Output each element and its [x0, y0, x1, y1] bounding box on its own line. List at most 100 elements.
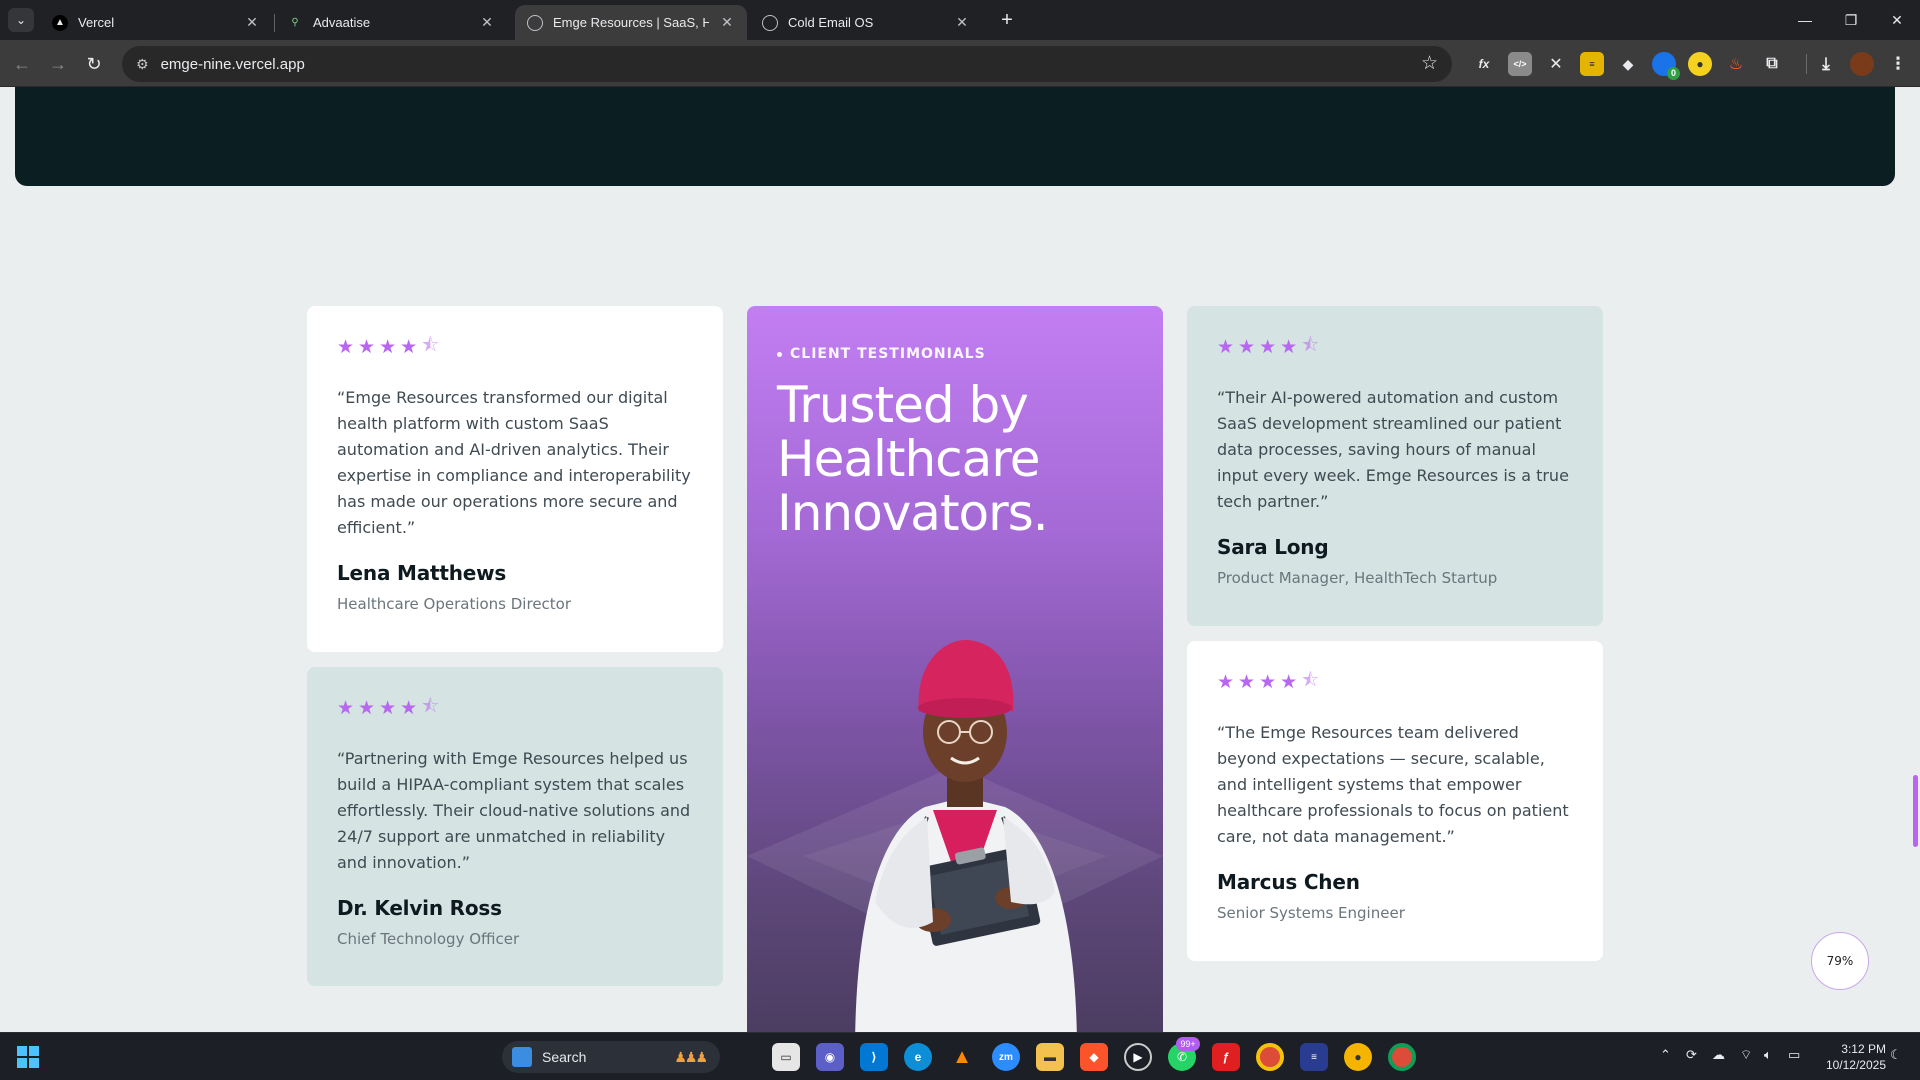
- star-icon: ★: [1280, 671, 1298, 693]
- page-viewport: ★ ★ ★ ★ ⯪ “Emge Resources transformed our di…: [0, 87, 1920, 1032]
- x-icon[interactable]: ✕: [1544, 52, 1568, 76]
- stack-icon[interactable]: ◆: [1616, 52, 1640, 76]
- more-menu-icon[interactable]: ⋮: [1886, 52, 1910, 76]
- rating-stars: ★ ★ ★ ★ ⯪: [337, 335, 693, 358]
- star-icon: ★: [1259, 336, 1277, 358]
- tab-emge-resources[interactable]: Emge Resources | SaaS, Health- ✕: [515, 5, 747, 40]
- tab-title: Vercel: [78, 15, 115, 30]
- star-icon: ★: [400, 697, 418, 719]
- rating-stars: ★ ★ ★ ★ ⯪: [1217, 335, 1573, 358]
- search-icon: [512, 1047, 532, 1067]
- minimize-button[interactable]: —: [1782, 0, 1828, 40]
- rating-stars: ★ ★ ★ ★ ⯪: [337, 696, 693, 719]
- download-icon[interactable]: ⤓: [1814, 52, 1838, 76]
- tab-title: Cold Email OS: [788, 15, 874, 30]
- star-icon: ★: [1217, 671, 1235, 693]
- dark-section-bottom: [15, 87, 1895, 186]
- star-icon: ★: [1238, 671, 1256, 693]
- close-icon[interactable]: ✕: [244, 14, 260, 31]
- bullet-icon: [777, 351, 782, 357]
- cloud-icon[interactable]: ☁: [1712, 1047, 1725, 1063]
- sync-icon[interactable]: ⟳: [1686, 1047, 1697, 1063]
- bookmark-star-icon[interactable]: ☆: [1421, 52, 1438, 75]
- windows-taskbar: Search ♟♟♟ ▭ ◉ ⟩ e ▲ zm ▬ ◆ ▶ ✆ 99+ ƒ ≡ …: [0, 1032, 1920, 1080]
- new-tab-button[interactable]: +: [995, 8, 1019, 32]
- testimonial-author: Lena Matthews: [337, 561, 507, 585]
- avatar[interactable]: [1850, 52, 1874, 76]
- url-text[interactable]: emge-nine.vercel.app: [161, 56, 305, 73]
- moon-icon[interactable]: ☾: [1890, 1047, 1902, 1063]
- site-info-icon[interactable]: ⚙: [136, 56, 149, 73]
- testimonial-author: Dr. Kelvin Ross: [337, 896, 502, 920]
- extension-badge: 0: [1667, 67, 1680, 80]
- file-explorer-icon[interactable]: ▬: [1036, 1043, 1064, 1071]
- vercel-icon: ▲: [52, 14, 68, 31]
- close-icon[interactable]: ✕: [954, 14, 970, 31]
- globe-icon: [762, 14, 778, 31]
- badge-icon[interactable]: 0: [1652, 52, 1680, 80]
- media-player-icon[interactable]: ▶: [1124, 1043, 1152, 1071]
- close-icon[interactable]: ✕: [719, 14, 735, 31]
- scroll-progress-indicator[interactable]: 79%: [1811, 932, 1869, 990]
- plus-icon: +: [1001, 8, 1013, 31]
- minimize-icon: —: [1798, 12, 1812, 28]
- back-button[interactable]: ←: [8, 50, 36, 78]
- testimonials-hero-card: CLIENT TESTIMONIALS Trusted by Healthcar…: [747, 306, 1163, 1032]
- vlc-icon[interactable]: ▲: [948, 1043, 976, 1071]
- star-icon: ★: [337, 336, 355, 358]
- star-half-icon: ⯪: [421, 696, 440, 717]
- tag-icon[interactable]: ≡: [1580, 52, 1604, 76]
- windows-start-icon[interactable]: [16, 1045, 40, 1069]
- tab-cold-email-os[interactable]: Cold Email OS ✕: [750, 5, 982, 40]
- volume-icon[interactable]: 🔈︎: [1764, 1047, 1772, 1063]
- arrow-left-icon: ←: [13, 53, 31, 74]
- task-view-icon[interactable]: ▭: [772, 1043, 800, 1071]
- zoom-icon[interactable]: zm: [992, 1043, 1020, 1071]
- tab-search-button[interactable]: ⌄: [8, 8, 34, 32]
- wifi-icon[interactable]: ⌔: [1740, 1047, 1752, 1063]
- flag-app-icon[interactable]: ≡: [1300, 1043, 1328, 1071]
- testimonial-quote: “Partnering with Emge Resources helped u…: [337, 749, 691, 872]
- tab-advaatise[interactable]: ⚲ Advaatise ✕: [275, 5, 507, 40]
- flash-icon[interactable]: ƒ: [1212, 1043, 1240, 1071]
- reload-button[interactable]: ↻: [80, 50, 108, 78]
- forward-button[interactable]: →: [44, 50, 72, 78]
- yellow-app-icon[interactable]: ●: [1344, 1043, 1372, 1071]
- circle-icon[interactable]: ●: [1688, 52, 1712, 76]
- arrow-right-icon: →: [49, 53, 67, 74]
- star-half-icon: ⯪: [421, 335, 440, 356]
- close-window-button[interactable]: ✕: [1874, 0, 1920, 40]
- flame-icon[interactable]: ♨: [1724, 52, 1748, 76]
- tab-vercel[interactable]: ▲ Vercel ✕: [40, 5, 272, 40]
- chrome-profile-icon[interactable]: [1388, 1043, 1416, 1071]
- notification-badge: 99+: [1176, 1037, 1200, 1051]
- brave-icon[interactable]: ◆: [1080, 1043, 1108, 1071]
- eyebrow-text: CLIENT TESTIMONIALS: [790, 346, 986, 362]
- rating-stars: ★ ★ ★ ★ ⯪: [1217, 670, 1573, 693]
- chrome-icon[interactable]: [1256, 1043, 1284, 1071]
- taskbar-search[interactable]: Search ♟♟♟: [502, 1041, 720, 1073]
- restore-button[interactable]: ❐: [1828, 0, 1874, 40]
- browser-toolbar: ← → ↻ ⚙ emge-nine.vercel.app ☆ fx </> ✕ …: [0, 40, 1920, 87]
- scrollbar-thumb[interactable]: [1913, 775, 1918, 847]
- vscode-icon[interactable]: ⟩: [860, 1043, 888, 1071]
- star-icon: ★: [358, 697, 376, 719]
- search-label: Search: [542, 1049, 587, 1065]
- clock-date: 10/12/2025: [1825, 1058, 1886, 1072]
- address-bar[interactable]: ⚙ emge-nine.vercel.app ☆: [122, 46, 1452, 82]
- edge-icon[interactable]: e: [904, 1043, 932, 1071]
- globe-icon: [527, 14, 543, 31]
- star-icon: ★: [1259, 671, 1277, 693]
- system-clock[interactable]: 3:12 PM 10/12/2025: [1816, 1041, 1886, 1073]
- code-icon[interactable]: </>: [1508, 52, 1532, 76]
- star-icon: ★: [400, 336, 418, 358]
- puzzle-icon[interactable]: ⧉: [1760, 52, 1784, 76]
- star-half-icon: ⯪: [1301, 335, 1320, 356]
- battery-icon[interactable]: ▭: [1788, 1047, 1800, 1063]
- testimonial-role: Product Manager, HealthTech Startup: [1217, 569, 1498, 587]
- teams-icon[interactable]: ◉: [816, 1043, 844, 1071]
- section-eyebrow: CLIENT TESTIMONIALS: [777, 346, 986, 362]
- fx-icon[interactable]: fx: [1472, 52, 1496, 76]
- close-icon[interactable]: ✕: [479, 14, 495, 31]
- chevron-up-icon[interactable]: ⌃: [1660, 1047, 1671, 1063]
